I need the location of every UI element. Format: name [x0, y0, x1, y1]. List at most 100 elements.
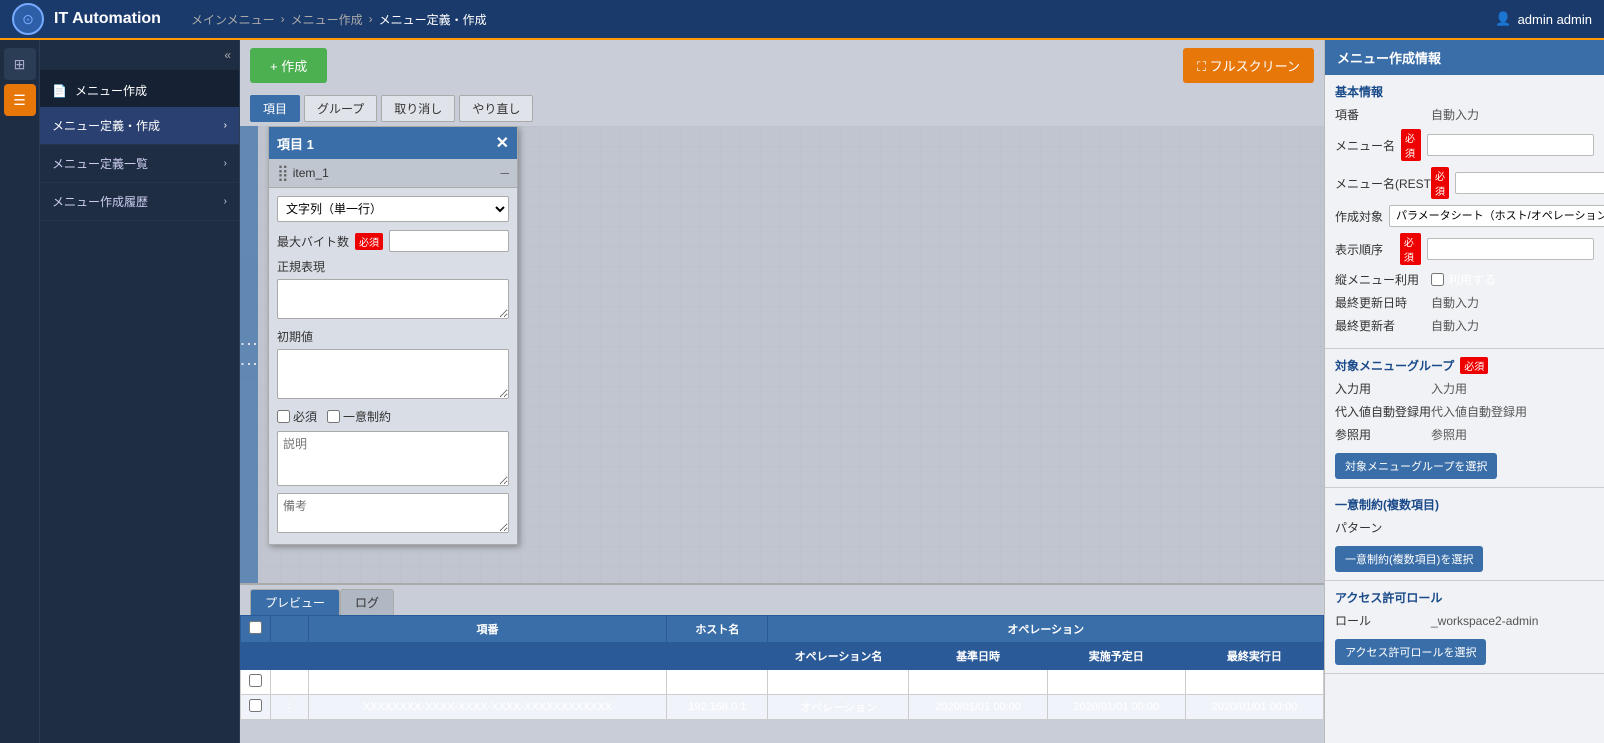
preview-table-wrap: 項番 ホスト名 オペレーション オペレーション名 基準日時: [240, 615, 1324, 720]
row-checkbox[interactable]: [249, 674, 262, 687]
unique-checkbox-label[interactable]: 一意制約: [327, 408, 391, 425]
max-bytes-label: 最大バイト数: [277, 233, 349, 250]
item-no-row: 項番 自動入力: [1335, 106, 1594, 123]
action-redo-button[interactable]: やり直し: [459, 95, 533, 122]
tab-log[interactable]: ログ: [340, 589, 394, 615]
sidebar-item-menu-create-label: メニュー定義・作成: [52, 117, 160, 134]
row-checkbox-cell: [241, 695, 271, 720]
right-panel: メニュー作成情報 基本情報 項番 自動入力 メニュー名 必須 メニュー名(RES…: [1324, 40, 1604, 743]
target-group-section: 対象メニューグループ 必須 入力用 入力用 代入値自動登録用 代入値自動登録用 …: [1325, 349, 1604, 488]
row-dots[interactable]: ⋮: [271, 695, 309, 720]
header-right: 👤 admin admin: [1495, 11, 1592, 27]
row-host: 192.168.0.1: [667, 695, 768, 720]
row-id: XXXXXXXX-XXXX-XXXX-XXXX-XXXXXXXXXXXX: [308, 695, 667, 720]
default-label: 初期値: [277, 328, 509, 345]
access-role-section: アクセス許可ロール ロール _workspace2-admin アクセス許可ロー…: [1325, 581, 1604, 674]
table-row: ⋮ XXXXXXXX-XXXX-XXXX-XXXX-XXXXXXXXXXXX 1…: [241, 695, 1324, 720]
unique-checkbox-text: 一意制約: [343, 408, 391, 425]
vertical-checkbox[interactable]: [1431, 273, 1444, 286]
max-bytes-required-badge: 必須: [355, 233, 383, 250]
breadcrumb-item-1[interactable]: メインメニュー: [191, 11, 275, 28]
select-target-group-button[interactable]: 対象メニューグループを選択: [1335, 453, 1497, 479]
breadcrumb-sep-2: ›: [369, 12, 373, 26]
row-op: オペレーション: [768, 695, 909, 720]
role-value: _workspace2-admin: [1431, 614, 1594, 628]
tab-preview[interactable]: プレビュー: [250, 589, 340, 615]
card-subheader: ⣿ item_1 ─: [269, 159, 517, 188]
row-plan-date: 2020/01/01 00:00: [1047, 670, 1185, 695]
last-updater-value: 自動入力: [1431, 317, 1594, 334]
sidebar-item-menu-create[interactable]: メニュー定義・作成 ›: [40, 107, 239, 145]
card-close-button[interactable]: ✕: [496, 133, 509, 153]
select-access-role-button[interactable]: アクセス許可ロールを選択: [1335, 639, 1486, 665]
menu-name-input[interactable]: [1427, 134, 1594, 156]
menu-icon: 📄: [52, 84, 67, 98]
card-body: 文字列（単一行） 文字列（複数行） 整数 小数 日時 リスト 最大バイト数 必須: [269, 188, 517, 544]
card-title: 項目 1: [277, 134, 314, 153]
row-op: オペレーション: [768, 670, 909, 695]
th2-dots: [271, 643, 309, 670]
preview-area: プレビュー ログ 項番 ホスト名 オペレーション: [240, 583, 1324, 743]
required-checkbox-label[interactable]: 必須: [277, 408, 317, 425]
role-row: ロール _workspace2-admin: [1335, 612, 1594, 629]
type-select[interactable]: 文字列（単一行） 文字列（複数行） 整数 小数 日時 リスト: [277, 196, 509, 222]
sidebar-item-menu-history[interactable]: メニュー作成履歴 ›: [40, 183, 239, 221]
action-item-button[interactable]: 項目: [250, 95, 300, 122]
note-textarea[interactable]: [277, 493, 509, 533]
collapse-button[interactable]: «: [40, 40, 239, 70]
sidebar-icon-list[interactable]: ☰: [4, 84, 36, 116]
logo-symbol: ⊙: [22, 11, 34, 28]
menu-name-rest-input[interactable]: [1455, 172, 1604, 194]
last-updater-row: 最終更新者 自動入力: [1335, 317, 1594, 334]
vertical-label: 縦メニュー利用: [1335, 271, 1425, 288]
action-group-button[interactable]: グループ: [304, 95, 377, 122]
input-group-row: 入力用 入力用: [1335, 380, 1594, 397]
user-icon: 👤: [1495, 11, 1511, 27]
th2-op-name: オペレーション名: [768, 643, 909, 670]
order-badge: 必須: [1400, 233, 1421, 265]
card-header: 項目 1 ✕: [269, 127, 517, 159]
order-row: 表示順序 必須: [1335, 233, 1594, 265]
action-bar: 項目 グループ 取り消し やり直し: [240, 91, 1324, 126]
select-all-checkbox[interactable]: [249, 621, 262, 634]
max-bytes-input[interactable]: [389, 230, 509, 252]
sidebar-item-menu-list[interactable]: メニュー定義一覧 ›: [40, 145, 239, 183]
regex-input[interactable]: [277, 279, 509, 319]
sidebar-menu-header: 📄 メニュー作成: [40, 70, 239, 107]
preview-table: 項番 ホスト名 オペレーション オペレーション名 基準日時: [240, 615, 1324, 720]
row-checkbox-cell: [241, 670, 271, 695]
row-base-date: 2020/01/01 00:00: [909, 670, 1047, 695]
row-base-date: 2020/01/01 00:00: [909, 695, 1047, 720]
unique-checkbox[interactable]: [327, 410, 340, 423]
vertical-checkbox-wrap: 利用する: [1431, 271, 1496, 288]
required-checkbox-text: 必須: [293, 408, 317, 425]
access-role-title: アクセス許可ロール: [1335, 589, 1594, 606]
app-logo: ⊙: [12, 3, 44, 35]
th-checkbox: [241, 616, 271, 643]
th2-host: [667, 643, 768, 670]
create-button[interactable]: + 作成: [250, 48, 327, 83]
row-checkbox[interactable]: [249, 699, 262, 712]
target-select[interactable]: パラメータシート（ホスト/オペレーション毎）: [1389, 205, 1604, 227]
breadcrumb-item-2[interactable]: メニュー作成: [291, 11, 363, 28]
order-input[interactable]: [1427, 238, 1594, 260]
sidebar-icons: ⊞ ☰: [0, 40, 40, 743]
fullscreen-button[interactable]: ⛶ フルスクリーン: [1183, 48, 1314, 83]
row-plan-date: 2020/01/01 00:00: [1047, 695, 1185, 720]
sidebar-nav: « 📄 メニュー作成 メニュー定義・作成 › メニュー定義一覧 › メニュー作成…: [40, 40, 240, 743]
required-checkbox[interactable]: [277, 410, 290, 423]
order-label: 表示順序: [1335, 241, 1394, 258]
desc-textarea[interactable]: [277, 431, 509, 486]
card-drag-handle: ⣿: [277, 163, 289, 183]
input-group-label: 入力用: [1335, 380, 1425, 397]
sidebar-icon-grid[interactable]: ⊞: [4, 48, 36, 80]
menu-header-label: メニュー作成: [75, 82, 147, 99]
default-input[interactable]: [277, 349, 509, 399]
row-id: XXXXXXXX-XXXX-XXXX-XXXX-XXXXXXXXXXXX: [308, 670, 667, 695]
row-dots[interactable]: ⋮: [271, 670, 309, 695]
regex-label: 正規表現: [277, 258, 509, 275]
select-unique-button[interactable]: 一意制約(複数項目)を選択: [1335, 546, 1483, 572]
action-cancel-button[interactable]: 取り消し: [381, 95, 455, 122]
card-collapse-button[interactable]: ─: [500, 166, 509, 180]
sidebar-item-menu-history-arrow: ›: [224, 196, 227, 207]
